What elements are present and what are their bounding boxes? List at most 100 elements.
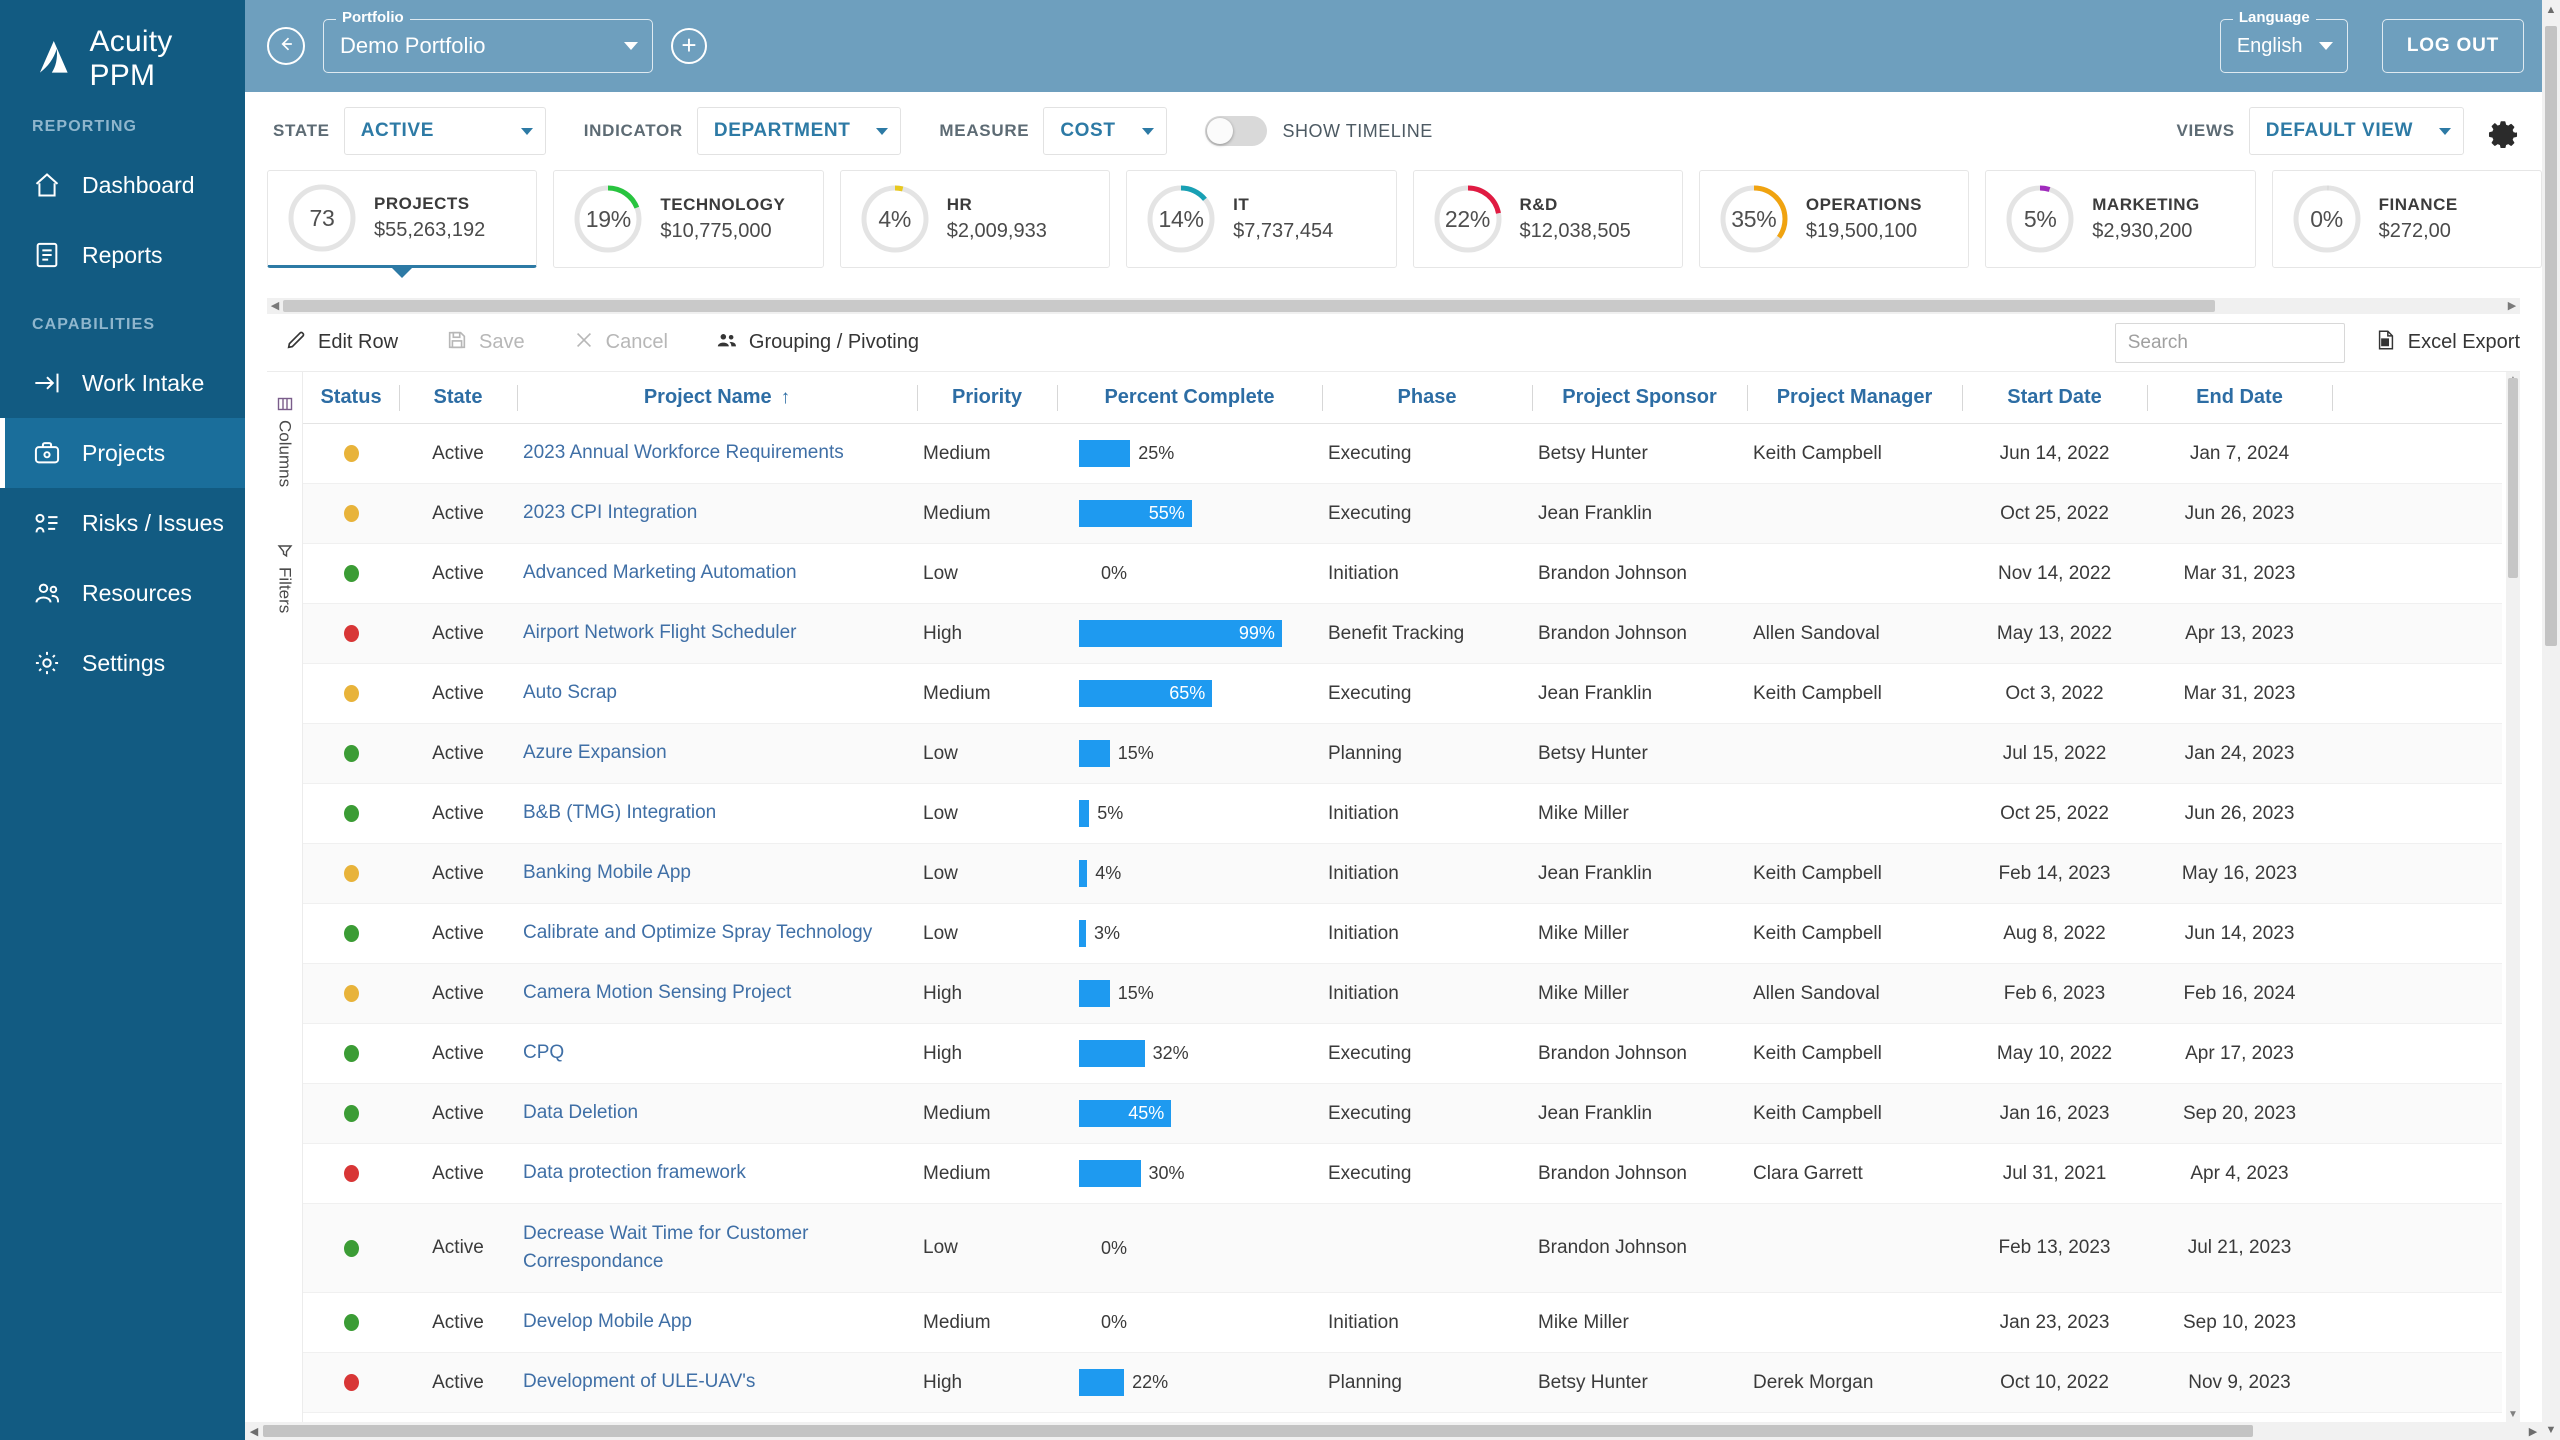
table-row[interactable]: ActiveDecrease Wait Time for Customer Co… [303,1204,2502,1293]
scrollbar-track[interactable] [263,1422,2524,1440]
kpi-card-it[interactable]: 14%IT$7,737,454 [1126,170,1396,268]
page-vertical-scrollbar[interactable]: ▲ ▼ [2542,0,2560,1440]
chevron-down-icon [1142,128,1154,135]
table-row[interactable]: ActiveAdvanced Marketing AutomationLow0%… [303,544,2502,604]
project-name-link[interactable]: Advanced Marketing Automation [523,559,797,588]
measure-select[interactable]: COST [1043,107,1166,155]
kpi-card-marketing[interactable]: 5%MARKETING$2,930,200 [1985,170,2255,268]
sidebar-item-settings[interactable]: Settings [0,628,245,698]
scroll-left-icon[interactable]: ◀ [267,301,283,312]
add-portfolio-button[interactable]: + [671,28,707,64]
column-header-start-date[interactable]: Start Date [1962,372,2147,424]
table-row[interactable]: ActiveAuto ScrapMedium65%ExecutingJean F… [303,664,2502,724]
kpi-card-projects[interactable]: 73PROJECTS$55,263,192 [267,170,537,268]
table-row[interactable]: ActiveAzure ExpansionLow15%PlanningBetsy… [303,724,2502,784]
sidebar-item-projects[interactable]: Projects [0,418,245,488]
save-button[interactable]: Save [446,329,525,357]
logout-button[interactable]: LOG OUT [2382,19,2524,73]
column-header-phase[interactable]: Phase [1322,372,1532,424]
sidebar-item-risks-issues[interactable]: Risks / Issues [0,488,245,558]
edit-row-button[interactable]: Edit Row [285,329,398,357]
scrollbar-thumb[interactable] [2545,26,2557,646]
project-name-link[interactable]: Airport Network Flight Scheduler [523,619,797,648]
kpi-card-operations[interactable]: 35%OPERATIONS$19,500,100 [1699,170,1969,268]
project-name-link[interactable]: Data Deletion [523,1099,638,1128]
project-name-link[interactable]: 2023 CPI Integration [523,499,697,528]
scroll-down-icon[interactable]: ▼ [2506,1409,2520,1420]
sidebar-item-resources[interactable]: Resources [0,558,245,628]
project-name-link[interactable]: Develop Mobile App [523,1308,692,1337]
filters-tab[interactable]: Filters [275,543,295,613]
column-header-project-manager[interactable]: Project Manager [1747,372,1962,424]
table-row[interactable]: ActiveCamera Motion Sensing ProjectHigh1… [303,964,2502,1024]
project-sponsor-cell: Betsy Hunter [1532,424,1747,483]
scroll-down-icon[interactable]: ▼ [2542,1424,2560,1436]
kpi-card-finance[interactable]: 0%FINANCE$272,00 [2272,170,2542,268]
kpi-card-r-d[interactable]: 22%R&D$12,038,505 [1413,170,1683,268]
scrollbar-thumb[interactable] [2508,378,2518,578]
table-row[interactable]: Active2023 CPI IntegrationMedium55%Execu… [303,484,2502,544]
table-row[interactable]: Active2023 Annual Workforce Requirements… [303,424,2502,484]
project-name-link[interactable]: Auto Scrap [523,679,617,708]
portfolio-selector[interactable]: Portfolio Demo Portfolio [323,19,653,73]
back-button[interactable] [267,27,305,65]
column-header-state[interactable]: State [399,372,517,424]
project-name-link[interactable]: Calibrate and Optimize Spray Technology [523,919,872,948]
project-name-link[interactable]: Azure Expansion [523,739,667,768]
column-header-project-sponsor[interactable]: Project Sponsor [1532,372,1747,424]
excel-export-button[interactable]: Excel Export [2375,329,2520,357]
kpi-card-hr[interactable]: 4%HR$2,009,933 [840,170,1110,268]
kpi-card-technology[interactable]: 19%TECHNOLOGY$10,775,000 [553,170,823,268]
column-header-percent-complete[interactable]: Percent Complete [1057,372,1322,424]
table-row[interactable]: ActiveCalibrate and Optimize Spray Techn… [303,904,2502,964]
column-header-status[interactable]: Status [303,372,399,424]
scrollbar-thumb[interactable] [263,1425,2253,1437]
scroll-right-icon[interactable]: ▶ [2504,301,2520,312]
table-row[interactable]: ActiveCPQHigh32%ExecutingBrandon Johnson… [303,1024,2502,1084]
scroll-right-icon[interactable]: ▶ [2524,1425,2542,1438]
settings-gear-button[interactable] [2486,114,2520,148]
scrollbar-thumb[interactable] [283,300,2215,312]
project-name-link[interactable]: B&B (TMG) Integration [523,799,716,828]
table-row[interactable]: ActiveB&B (TMG) IntegrationLow5%Initiati… [303,784,2502,844]
language-selector[interactable]: Language English [2220,19,2348,73]
search-input[interactable] [2115,323,2345,363]
page-horizontal-scrollbar[interactable]: ◀ ▶ [245,1422,2542,1440]
progress-bar [1079,1160,1141,1187]
kpi-horizontal-scrollbar[interactable]: ◀ ▶ [267,298,2520,314]
grid-vertical-scrollbar[interactable]: ▲ ▼ [2506,372,2520,1422]
grouping-pivoting-button[interactable]: Grouping / Pivoting [716,329,919,357]
kpi-title: R&D [1520,195,1631,215]
table-row[interactable]: ActiveAirport Network Flight SchedulerHi… [303,604,2502,664]
sidebar-item-work-intake[interactable]: Work Intake [0,348,245,418]
state-select[interactable]: ACTIVE [344,107,546,155]
sidebar-item-dashboard[interactable]: Dashboard [0,150,245,220]
cancel-button[interactable]: Cancel [573,329,668,357]
show-timeline-toggle[interactable] [1205,116,1267,146]
project-name-link[interactable]: 2023 Annual Workforce Requirements [523,439,844,468]
scroll-up-icon[interactable]: ▲ [2542,4,2560,16]
priority-cell: High [917,1353,1057,1412]
indicator-select[interactable]: DEPARTMENT [697,107,902,155]
project-name-link[interactable]: Decrease Wait Time for Customer Correspo… [523,1220,911,1277]
table-row[interactable]: ActiveBanking Mobile AppLow4%InitiationJ… [303,844,2502,904]
sidebar-item-reports[interactable]: Reports [0,220,245,290]
table-row[interactable]: ActiveData protection frameworkMedium30%… [303,1144,2502,1204]
project-name-link[interactable]: Data protection framework [523,1159,746,1188]
project-name-link[interactable]: CPQ [523,1039,564,1068]
project-name-link[interactable]: Banking Mobile App [523,859,691,888]
project-name-link[interactable]: Camera Motion Sensing Project [523,979,791,1008]
column-header-end-date[interactable]: End Date [2147,372,2332,424]
scroll-left-icon[interactable]: ◀ [245,1425,263,1438]
table-row[interactable]: ActiveDevelopment of ULE-UAV'sHigh22%Pla… [303,1353,2502,1413]
table-row[interactable]: ActiveData DeletionMedium45%ExecutingJea… [303,1084,2502,1144]
views-select[interactable]: DEFAULT VIEW [2249,107,2464,155]
table-row[interactable]: ActiveDevelop Mobile AppMedium0%Initiati… [303,1293,2502,1353]
scrollbar-track[interactable] [283,298,2504,314]
column-header-project-name[interactable]: Project Name↑ [517,372,917,424]
column-header-priority[interactable]: Priority [917,372,1057,424]
project-name-link[interactable]: Development of ULE-UAV's [523,1368,755,1397]
brand[interactable]: Acuity PPM [0,0,245,92]
end-date-cell: Sep 20, 2023 [2147,1084,2332,1143]
columns-tab[interactable]: Columns [275,396,295,487]
